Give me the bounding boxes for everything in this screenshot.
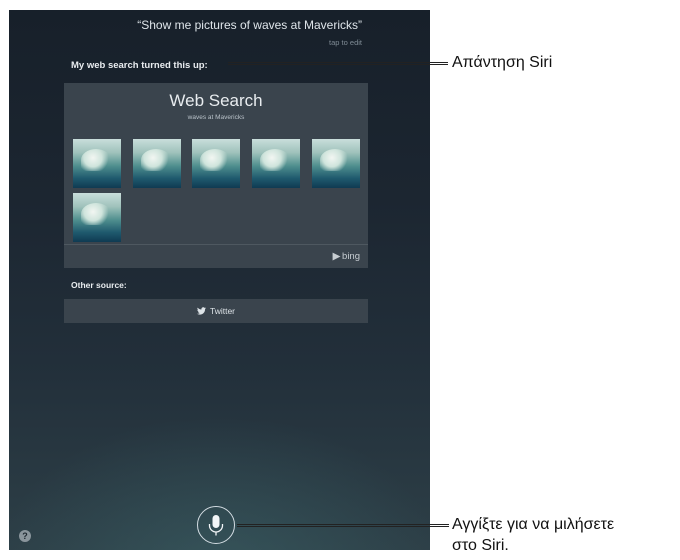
ipad-screen: “Show me pictures of waves at Mavericks”… <box>9 10 430 550</box>
wave-image-thumbnail[interactable] <box>312 139 360 188</box>
web-search-card[interactable]: Web Search waves at Mavericks ▶ bing <box>64 83 368 268</box>
siri-response-text: My web search turned this up: <box>71 60 208 71</box>
callout-line-response <box>228 62 448 65</box>
wave-image-thumbnail[interactable] <box>73 139 121 188</box>
card-subtitle: waves at Mavericks <box>187 114 245 121</box>
help-icon[interactable]: ? <box>19 530 31 542</box>
twitter-source-button[interactable]: Twitter <box>64 299 368 323</box>
callout-tap-to-speak-line2: στο Siri. <box>452 537 509 554</box>
callout-siri-response: Απάντηση Siri <box>452 54 553 71</box>
wave-image-thumbnail[interactable] <box>73 193 121 242</box>
card-title: Web Search <box>169 91 263 110</box>
bing-label: bing <box>342 251 360 262</box>
microphone-button[interactable] <box>197 506 235 544</box>
callout-tap-to-speak-line1: Αγγίξτε για να μιλήσετε <box>452 516 615 533</box>
wave-image-thumbnail[interactable] <box>133 139 181 188</box>
callout-line-mic <box>237 524 449 527</box>
twitter-bird-icon <box>196 307 206 315</box>
wave-image-thumbnail[interactable] <box>192 139 240 188</box>
tap-to-edit-link[interactable]: tap to edit <box>329 38 362 47</box>
microphone-icon <box>208 514 223 535</box>
bing-attribution[interactable]: ▶ bing <box>333 251 360 262</box>
twitter-label: Twitter <box>209 306 236 316</box>
wave-image-thumbnail[interactable] <box>252 139 300 188</box>
card-divider <box>64 244 368 245</box>
bing-logo-icon: ▶ <box>332 251 341 262</box>
other-source-label: Other source: <box>71 280 127 290</box>
siri-query-text[interactable]: “Show me pictures of waves at Mavericks” <box>137 18 362 32</box>
